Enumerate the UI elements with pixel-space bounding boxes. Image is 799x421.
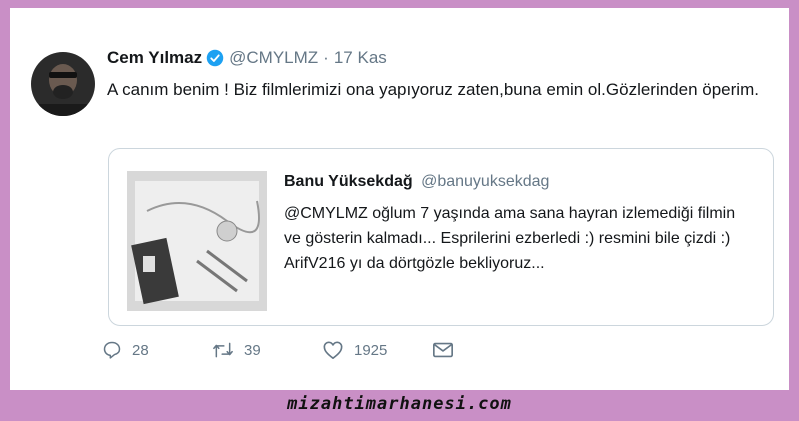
- tweet-date[interactable]: 17 Kas: [334, 48, 387, 68]
- retweet-icon: [212, 340, 234, 360]
- tweet-text: A canım benim ! Biz filmlerimizi ona yap…: [107, 80, 759, 99]
- watermark-text: mizahtimarhanesi.com: [287, 394, 512, 414]
- heart-icon: [322, 340, 344, 360]
- reply-count: 28: [132, 341, 149, 359]
- author-name[interactable]: Cem Yılmaz: [107, 48, 202, 68]
- reply-button[interactable]: 28: [102, 340, 212, 360]
- quoted-tweet[interactable]: Banu Yüksekdağ @banuyuksekdag @CMYLMZ oğ…: [108, 148, 774, 326]
- author-handle[interactable]: @CMYLMZ: [229, 48, 318, 68]
- direct-message-button[interactable]: [432, 341, 454, 359]
- envelope-icon: [432, 341, 454, 359]
- separator-dot: ·: [323, 48, 329, 67]
- reply-icon: [102, 340, 122, 360]
- quoted-tweet-text: @CMYLMZ oğlum 7 yaşında ama sana hayran …: [284, 205, 736, 272]
- tweet-actions: 28 39 1925: [102, 340, 454, 360]
- like-button[interactable]: 1925: [322, 340, 432, 360]
- quoted-tweet-image[interactable]: [127, 171, 267, 311]
- quoted-author-name[interactable]: Banu Yüksekdağ: [284, 173, 413, 190]
- retweet-count: 39: [244, 341, 261, 359]
- retweet-button[interactable]: 39: [212, 340, 322, 360]
- verified-badge-icon: [206, 49, 224, 67]
- avatar[interactable]: [31, 52, 95, 116]
- quoted-author-handle[interactable]: @banuyuksekdag: [421, 173, 549, 190]
- tweet-header: Cem Yılmaz @CMYLMZ · 17 Kas: [107, 48, 387, 68]
- tweet-card: Cem Yılmaz @CMYLMZ · 17 Kas A canım beni…: [10, 8, 789, 390]
- like-count: 1925: [354, 341, 388, 359]
- quoted-tweet-header: Banu Yüksekdağ @banuyuksekdag: [284, 173, 549, 191]
